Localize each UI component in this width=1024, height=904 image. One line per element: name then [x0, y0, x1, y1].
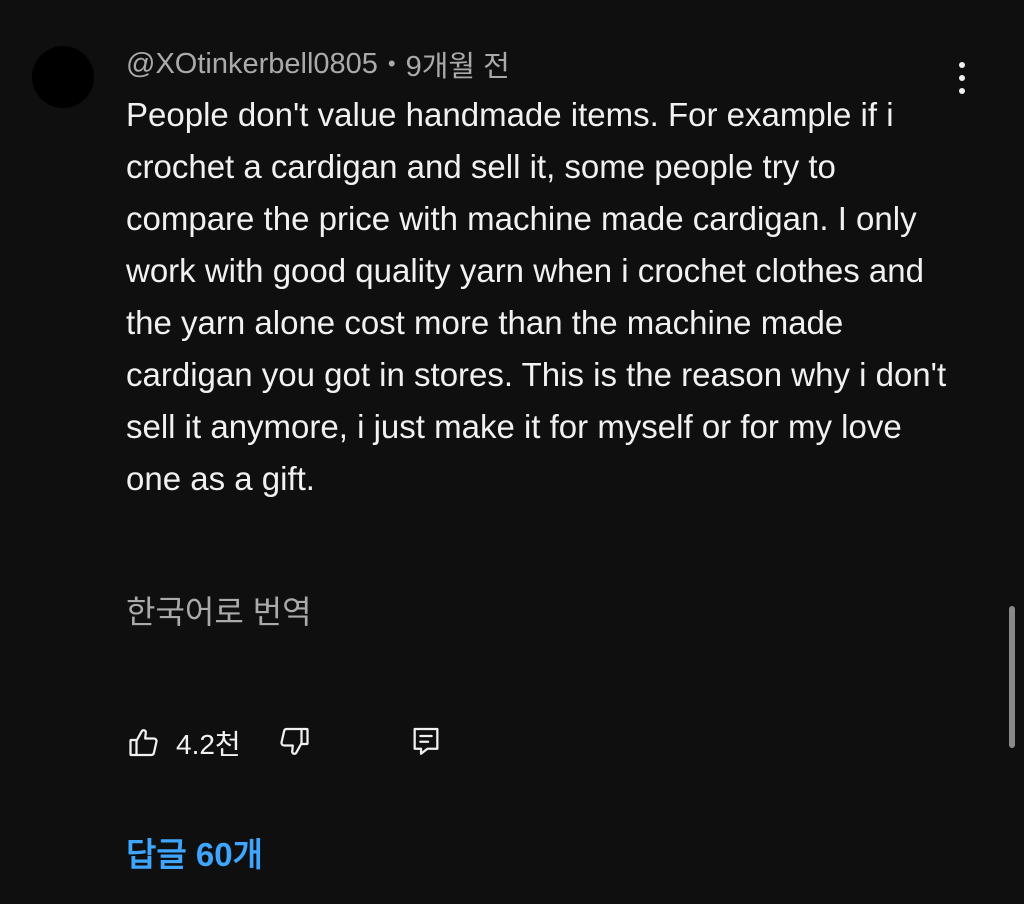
comment-text: People don't value handmade items. For e…: [126, 96, 947, 497]
more-dot: [959, 75, 965, 81]
view-replies-link[interactable]: 답글 60개: [126, 828, 263, 876]
thumbs-down-icon: [276, 723, 312, 764]
comment-reply-icon: [409, 724, 443, 763]
scrollbar-thumb[interactable]: [1009, 606, 1015, 748]
like-button[interactable]: 4.2천: [126, 718, 241, 768]
more-dot: [959, 62, 965, 68]
translate-link[interactable]: 한국어로 번역: [126, 590, 312, 634]
comment-header: @XOtinkerbell0805 • 9개월 전: [126, 46, 510, 84]
reply-button[interactable]: [406, 718, 446, 768]
avatar[interactable]: [32, 46, 94, 108]
like-count: 4.2천: [176, 729, 241, 760]
more-dot: [959, 88, 965, 94]
author-handle[interactable]: @XOtinkerbell0805: [126, 48, 378, 81]
comment-timestamp: 9개월 전: [405, 51, 510, 83]
dislike-button[interactable]: [274, 718, 314, 768]
meta-separator: •: [387, 51, 396, 76]
thumbs-up-icon: [126, 725, 162, 761]
comment-actions: 4.2천: [126, 718, 466, 768]
